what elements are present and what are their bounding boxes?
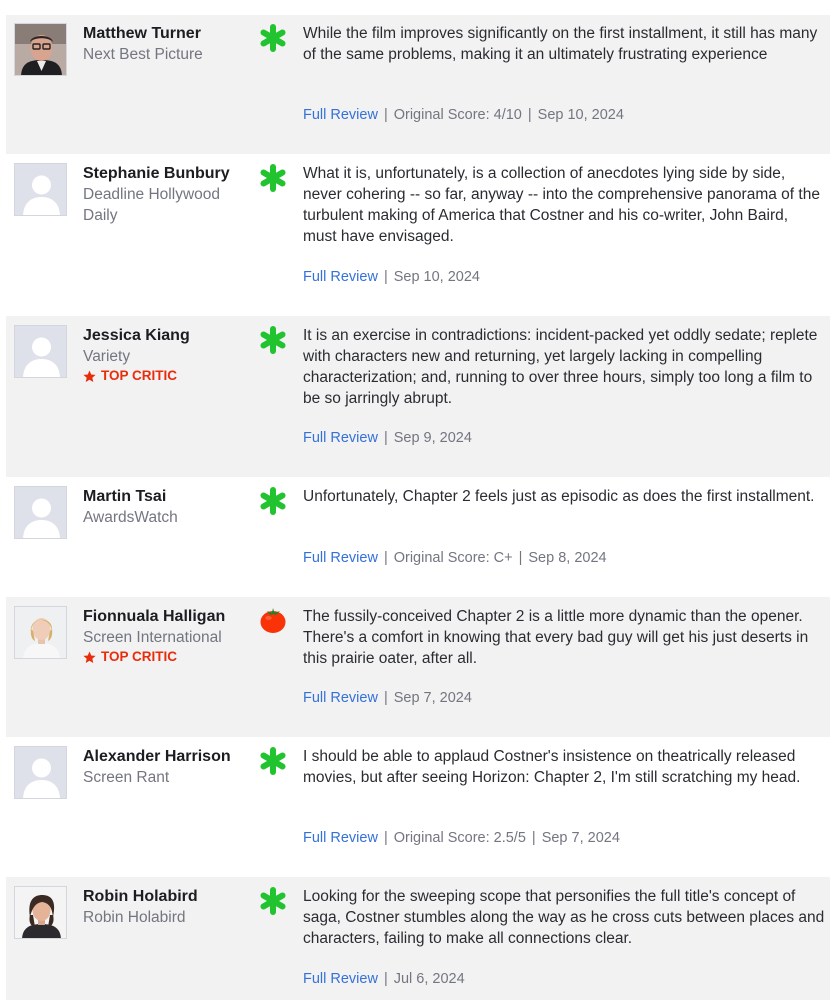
review-date: Sep 10, 2024 [393, 269, 480, 285]
original-score: Original Score: 2.5/5 [393, 830, 526, 846]
separator: | [383, 430, 388, 446]
review-row: Martin Tsai AwardsWatch Unfortunately, C… [6, 477, 830, 597]
review-meta: Full Review | Sep 9, 2024 [303, 428, 472, 448]
rotten-splat-icon [258, 163, 288, 193]
review-date: Sep 7, 2024 [393, 690, 472, 706]
review-quote: Unfortunately, Chapter 2 feels just as e… [303, 488, 815, 505]
full-review-link[interactable]: Full Review [303, 430, 378, 446]
separator: | [383, 830, 388, 846]
separator: | [383, 107, 388, 123]
review-meta: Full Review | Jul 6, 2024 [303, 969, 465, 989]
full-review-link[interactable]: Full Review [303, 550, 378, 566]
publication-link[interactable]: Next Best Picture [83, 44, 243, 65]
review-quote: I should be able to applaud Costner's in… [303, 748, 801, 786]
review-meta: Full Review | Original Score: 2.5/5 | Sep 7,… [303, 828, 620, 848]
top-critic-label: TOP CRITIC [101, 368, 178, 383]
publication-link[interactable]: Screen International [83, 627, 243, 648]
review-quote: The fussily-conceived Chapter 2 is a lit… [303, 608, 809, 667]
separator: | [383, 550, 388, 566]
critic-name-link[interactable]: Fionnuala Halligan [83, 606, 225, 627]
critic-avatar-photo[interactable] [14, 606, 67, 659]
top-critic-label: TOP CRITIC [101, 649, 178, 664]
critic-name-link[interactable]: Stephanie Bunbury [83, 163, 230, 184]
rotten-splat-icon [258, 746, 288, 776]
full-review-link[interactable]: Full Review [303, 690, 378, 706]
fresh-tomato-icon [258, 605, 288, 635]
critic-name-link[interactable]: Alexander Harrison [83, 746, 231, 767]
full-review-link[interactable]: Full Review [303, 269, 378, 285]
separator: | [527, 107, 532, 123]
original-score: Original Score: 4/10 [393, 107, 522, 123]
review-row: Robin Holabird Robin Holabird Looking fo… [6, 877, 830, 1000]
critic-avatar-placeholder[interactable] [14, 325, 67, 378]
review-meta: Full Review | Sep 7, 2024 [303, 688, 472, 708]
review-date: Sep 7, 2024 [541, 830, 620, 846]
review-row: Alexander Harrison Screen Rant I should … [6, 737, 830, 877]
review-meta: Full Review | Original Score: 4/10 | Sep 10,… [303, 105, 624, 125]
rotten-splat-icon [258, 486, 288, 516]
separator: | [383, 971, 388, 987]
critic-name-link[interactable]: Matthew Turner [83, 23, 201, 44]
critic-avatar-photo[interactable] [14, 23, 67, 76]
separator: | [531, 830, 536, 846]
critic-avatar-photo[interactable] [14, 886, 67, 939]
review-quote: What it is, unfortunately, is a collecti… [303, 165, 820, 245]
critic-name-link[interactable]: Martin Tsai [83, 486, 166, 507]
review-quote: While the film improves significantly on… [303, 25, 818, 63]
full-review-link[interactable]: Full Review [303, 107, 378, 123]
review-row: Fionnuala Halligan Screen International … [6, 597, 830, 737]
review-date: Sep 10, 2024 [537, 107, 624, 123]
top-critic-badge: TOP CRITIC [83, 648, 177, 666]
critic-name-link[interactable]: Jessica Kiang [83, 325, 190, 346]
publication-link[interactable]: Screen Rant [83, 767, 243, 788]
review-row: Jessica Kiang Variety TOP CRITIC It is a… [6, 316, 830, 477]
publication-link[interactable]: AwardsWatch [83, 507, 243, 528]
review-quote: Looking for the sweeping scope that pers… [303, 888, 825, 947]
publication-link[interactable]: Variety [83, 346, 243, 367]
review-meta: Full Review | Sep 10, 2024 [303, 267, 480, 287]
publication-link[interactable]: Robin Holabird [83, 907, 243, 928]
full-review-link[interactable]: Full Review [303, 830, 378, 846]
review-quote: It is an exercise in contradictions: inc… [303, 327, 818, 407]
critic-name-link[interactable]: Robin Holabird [83, 886, 198, 907]
review-row: Matthew Turner Next Best Picture While t… [6, 15, 830, 154]
rotten-splat-icon [258, 886, 288, 916]
separator: | [383, 690, 388, 706]
review-date: Jul 6, 2024 [393, 971, 465, 987]
critic-avatar-placeholder[interactable] [14, 486, 67, 539]
separator: | [383, 269, 388, 285]
star-icon [83, 651, 96, 663]
review-date: Sep 9, 2024 [393, 430, 472, 446]
rotten-splat-icon [258, 325, 288, 355]
critic-avatar-placeholder[interactable] [14, 163, 67, 216]
review-date: Sep 8, 2024 [528, 550, 607, 566]
critic-reviews-list: Matthew Turner Next Best Picture While t… [0, 0, 833, 1000]
top-critic-badge: TOP CRITIC [83, 367, 177, 385]
star-icon [83, 370, 96, 382]
original-score: Original Score: C+ [393, 550, 513, 566]
full-review-link[interactable]: Full Review [303, 971, 378, 987]
publication-link[interactable]: Deadline Hollywood Daily [83, 184, 238, 226]
review-row: Stephanie Bunbury Deadline Hollywood Dai… [6, 154, 830, 316]
separator: | [518, 550, 523, 566]
review-meta: Full Review | Original Score: C+ | Sep 8, 20… [303, 548, 607, 568]
rotten-splat-icon [258, 23, 288, 53]
critic-avatar-placeholder[interactable] [14, 746, 67, 799]
